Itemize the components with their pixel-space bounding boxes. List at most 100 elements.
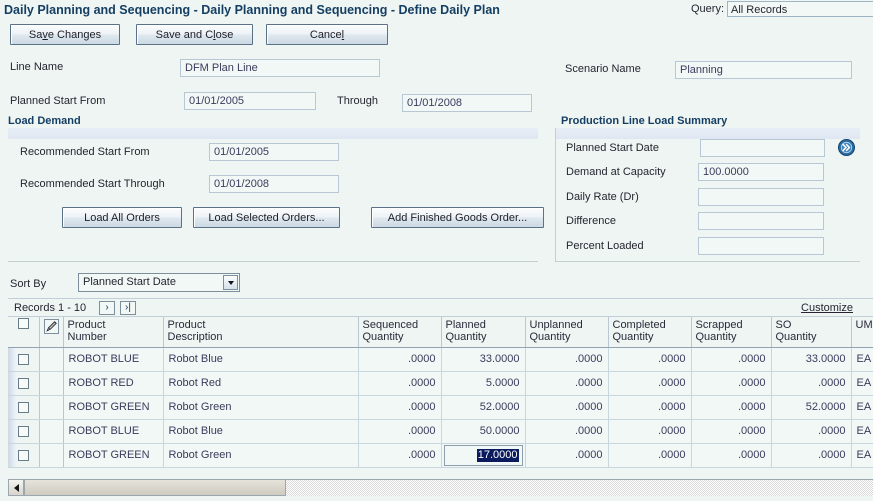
table-row[interactable]: ROBOT GREENRobot Green.000017.0000.0000.…	[8, 443, 873, 467]
sort-by-select[interactable]: Planned Start Date	[78, 273, 240, 292]
chevron-down-icon[interactable]	[223, 275, 238, 290]
save-changes-button[interactable]: Save Changes	[10, 24, 120, 45]
cell-unplanned-quantity[interactable]: .0000	[525, 395, 608, 419]
row-select-checkbox[interactable]	[18, 354, 29, 365]
row-edit-cell[interactable]	[39, 443, 63, 467]
column-header-scrapped-quantity[interactable]: Scrapped Quantity	[691, 317, 771, 347]
cell-product-number[interactable]: ROBOT RED	[63, 371, 163, 395]
row-edit-cell[interactable]	[39, 395, 63, 419]
cell-sequenced-quantity[interactable]: .0000	[358, 395, 441, 419]
cell-planned-quantity[interactable]: 5.0000	[441, 371, 525, 395]
cell-completed-quantity[interactable]: .0000	[608, 347, 691, 371]
query-input[interactable]: All Records	[727, 1, 873, 17]
row-edit-cell[interactable]	[39, 419, 63, 443]
column-header-um[interactable]: UM	[851, 317, 873, 347]
cell-planned-quantity[interactable]: 33.0000	[441, 347, 525, 371]
save-and-close-button[interactable]: Save and Close	[136, 24, 253, 45]
row-select-checkbox[interactable]	[18, 450, 29, 461]
scrollbar-thumb[interactable]	[24, 480, 286, 496]
cell-so-quantity[interactable]: 33.0000	[771, 347, 851, 371]
column-header-product-description[interactable]: Product Description	[163, 317, 358, 347]
column-header-planned-quantity[interactable]: Planned Quantity	[441, 317, 525, 347]
scroll-left-button[interactable]	[8, 480, 24, 496]
column-header-unplanned-quantity[interactable]: Unplanned Quantity	[525, 317, 608, 347]
cell-planned-quantity[interactable]: 52.0000	[441, 395, 525, 419]
select-all-checkbox[interactable]	[18, 318, 29, 329]
planned-start-date-field[interactable]	[700, 139, 825, 157]
cell-unplanned-quantity[interactable]: .0000	[525, 419, 608, 443]
cell-product-number[interactable]: ROBOT GREEN	[63, 395, 163, 419]
cell-so-quantity[interactable]: .0000	[771, 371, 851, 395]
visual-assist-icon[interactable]	[838, 139, 855, 156]
row-select-cell[interactable]	[8, 419, 39, 443]
horizontal-scrollbar[interactable]	[8, 479, 873, 496]
cell-product-description[interactable]: Robot Red	[163, 371, 358, 395]
daily-rate-field[interactable]	[698, 188, 824, 206]
cell-product-number[interactable]: ROBOT BLUE	[63, 419, 163, 443]
cell-um[interactable]: EA	[851, 395, 873, 419]
cell-scrapped-quantity[interactable]: .0000	[691, 347, 771, 371]
scenario-name-field[interactable]: Planning	[675, 61, 852, 79]
recommended-start-through-field[interactable]: 01/01/2008	[209, 175, 339, 193]
cell-unplanned-quantity[interactable]: .0000	[525, 347, 608, 371]
cell-so-quantity[interactable]: .0000	[771, 443, 851, 467]
line-name-field[interactable]: DFM Plan Line	[180, 59, 380, 77]
row-select-cell[interactable]	[8, 371, 39, 395]
cell-completed-quantity[interactable]: .0000	[608, 443, 691, 467]
row-select-cell[interactable]	[8, 395, 39, 419]
cell-product-description[interactable]: Robot Blue	[163, 347, 358, 371]
table-row[interactable]: ROBOT BLUERobot Blue.000050.0000.0000.00…	[8, 419, 873, 443]
row-edit-cell[interactable]	[39, 371, 63, 395]
cell-scrapped-quantity[interactable]: .0000	[691, 419, 771, 443]
cell-sequenced-quantity[interactable]: .0000	[358, 371, 441, 395]
cell-scrapped-quantity[interactable]: .0000	[691, 371, 771, 395]
table-row[interactable]: ROBOT GREENRobot Green.000052.0000.0000.…	[8, 395, 873, 419]
cell-completed-quantity[interactable]: .0000	[608, 419, 691, 443]
pencil-edit-icon[interactable]	[44, 319, 59, 334]
cell-planned-quantity-editing[interactable]: 17.0000	[441, 443, 525, 467]
through-field[interactable]: 01/01/2008	[402, 94, 532, 112]
load-all-orders-button[interactable]: Load All Orders	[62, 207, 182, 228]
select-all-header[interactable]	[8, 317, 39, 347]
planned-start-from-field[interactable]: 01/01/2005	[184, 92, 316, 110]
cell-um[interactable]: EA	[851, 419, 873, 443]
cell-um[interactable]: EA	[851, 371, 873, 395]
cancel-button[interactable]: Cancel	[266, 24, 388, 45]
column-header-completed-quantity[interactable]: Completed Quantity	[608, 317, 691, 347]
cell-unplanned-quantity[interactable]: .0000	[525, 443, 608, 467]
demand-at-capacity-field[interactable]: 100.0000	[698, 163, 824, 181]
cell-completed-quantity[interactable]: .0000	[608, 395, 691, 419]
row-edit-cell[interactable]	[39, 347, 63, 371]
cell-product-description[interactable]: Robot Green	[163, 443, 358, 467]
column-header-so-quantity[interactable]: SO Quantity	[771, 317, 851, 347]
cell-product-description[interactable]: Robot Green	[163, 395, 358, 419]
percent-loaded-field[interactable]	[698, 237, 824, 255]
cell-scrapped-quantity[interactable]: .0000	[691, 395, 771, 419]
row-select-cell[interactable]	[8, 347, 39, 371]
cell-product-number[interactable]: ROBOT BLUE	[63, 347, 163, 371]
load-selected-orders-button[interactable]: Load Selected Orders...	[193, 207, 340, 228]
column-header-sequenced-quantity[interactable]: Sequenced Quantity	[358, 317, 441, 347]
last-page-button[interactable]: ›|	[120, 301, 136, 315]
table-row[interactable]: ROBOT REDRobot Red.00005.0000.0000.0000.…	[8, 371, 873, 395]
cell-sequenced-quantity[interactable]: .0000	[358, 347, 441, 371]
cell-planned-quantity[interactable]: 50.0000	[441, 419, 525, 443]
cell-product-number[interactable]: ROBOT GREEN	[63, 443, 163, 467]
table-row[interactable]: ROBOT BLUERobot Blue.000033.0000.0000.00…	[8, 347, 873, 371]
cell-completed-quantity[interactable]: .0000	[608, 371, 691, 395]
row-select-cell[interactable]	[8, 443, 39, 467]
cell-sequenced-quantity[interactable]: .0000	[358, 443, 441, 467]
customize-link[interactable]: Customize	[801, 302, 853, 314]
cell-sequenced-quantity[interactable]: .0000	[358, 419, 441, 443]
row-select-checkbox[interactable]	[18, 426, 29, 437]
cell-unplanned-quantity[interactable]: .0000	[525, 371, 608, 395]
cell-so-quantity[interactable]: .0000	[771, 419, 851, 443]
next-page-button[interactable]: ›	[99, 301, 115, 315]
cell-so-quantity[interactable]: 52.0000	[771, 395, 851, 419]
difference-field[interactable]	[698, 212, 824, 230]
cell-um[interactable]: EA	[851, 347, 873, 371]
row-select-checkbox[interactable]	[18, 402, 29, 413]
cell-scrapped-quantity[interactable]: .0000	[691, 443, 771, 467]
recommended-start-from-field[interactable]: 01/01/2005	[209, 143, 339, 161]
cell-um[interactable]: EA	[851, 443, 873, 467]
